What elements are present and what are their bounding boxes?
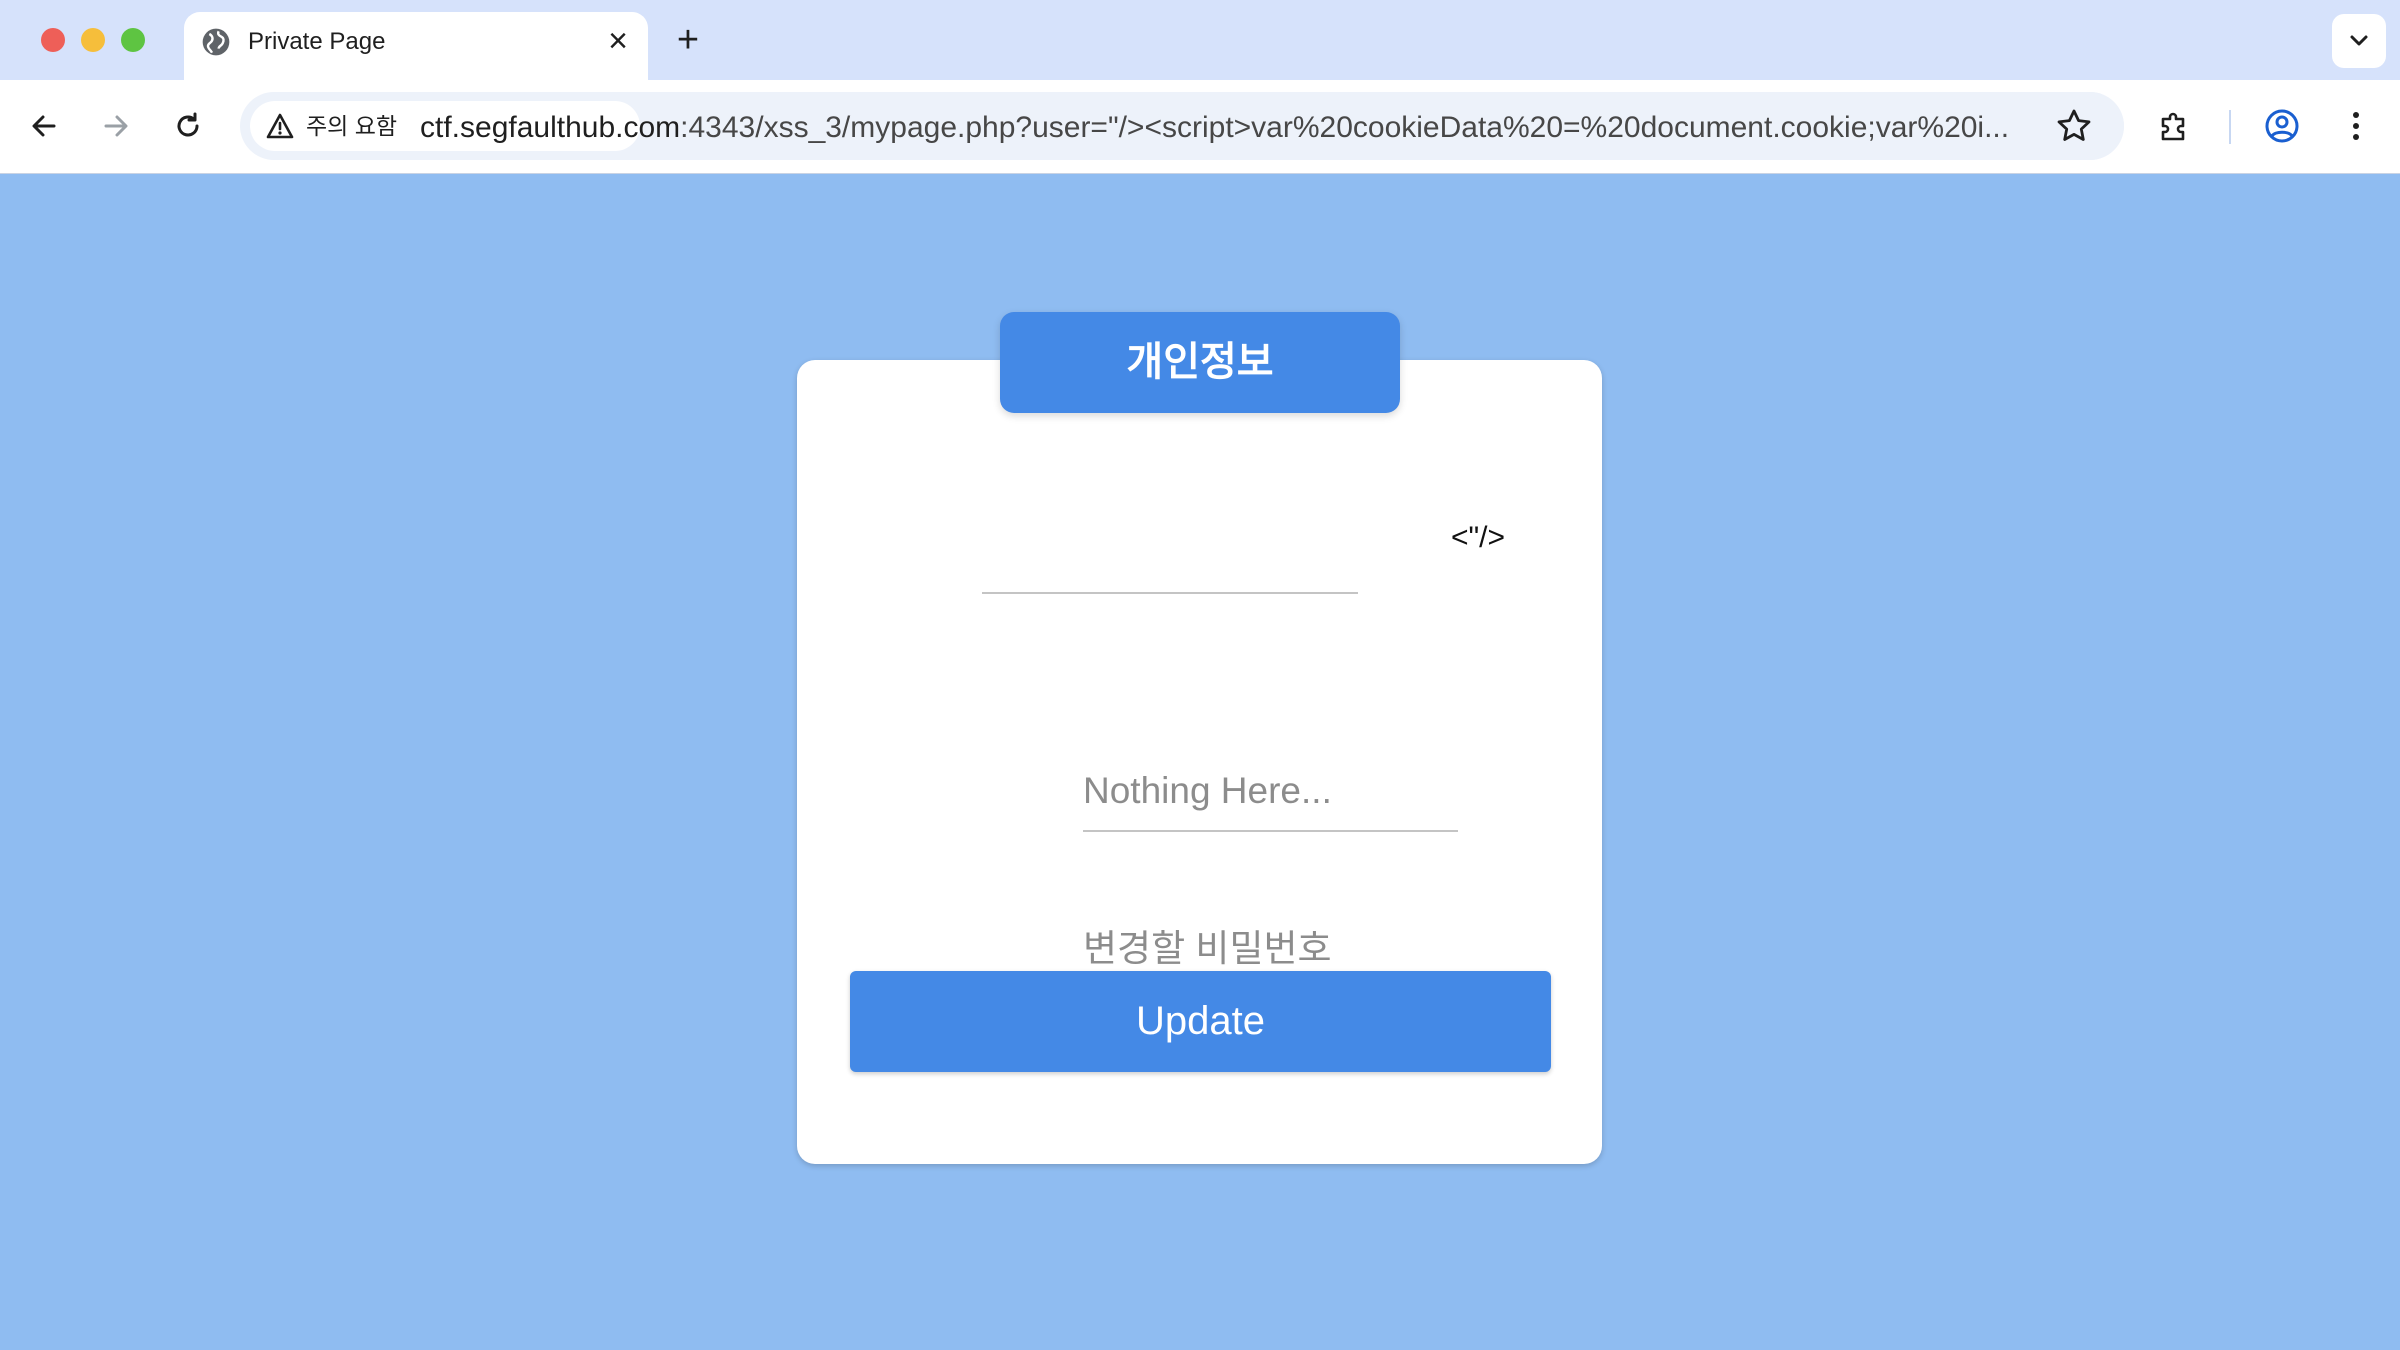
browser-menu-button[interactable] <box>2330 100 2382 152</box>
chevron-down-icon <box>2350 35 2368 46</box>
arrow-right-icon <box>104 115 128 137</box>
globe-icon <box>202 28 230 56</box>
reload-button[interactable] <box>162 100 214 152</box>
minimize-window-button[interactable] <box>81 28 105 52</box>
tab-private-page[interactable]: Private Page × <box>184 12 648 82</box>
injected-text: <"/> <box>1451 521 1506 554</box>
new-tab-button[interactable]: + <box>668 20 708 60</box>
arrow-left-icon <box>32 115 56 137</box>
maximize-window-button[interactable] <box>121 28 145 52</box>
url-path: :4343/xss_3/mypage.php?user="/><script>v… <box>680 111 2010 144</box>
url-text[interactable]: ctf.segfaulthub.com:4343/xss_3/mypage.ph… <box>420 110 2270 146</box>
forward-button[interactable] <box>90 100 142 152</box>
back-button[interactable] <box>18 100 70 152</box>
user-field[interactable] <box>982 592 1358 594</box>
tab-strip: Private Page × + <box>0 0 2400 82</box>
account-circle-icon <box>2265 109 2299 143</box>
extensions-button[interactable] <box>2150 100 2202 152</box>
toolbar-divider <box>2229 110 2231 144</box>
warning-triangle-icon <box>266 113 294 139</box>
tab-close-icon[interactable]: × <box>600 24 636 60</box>
puzzle-piece-icon <box>2161 112 2185 141</box>
tab-title: Private Page <box>248 28 386 55</box>
address-bar[interactable]: 주의 요함 ctf.segfaulthub.com:4343/xss_3/myp… <box>240 92 2124 160</box>
nothing-here-input[interactable] <box>1083 752 1458 832</box>
reload-icon <box>177 112 199 137</box>
tab-search-button[interactable] <box>2332 14 2386 68</box>
browser-toolbar: 주의 요함 ctf.segfaulthub.com:4343/xss_3/myp… <box>0 80 2400 174</box>
security-chip-label: 주의 요함 <box>306 113 398 139</box>
card-header-title: 개인정보 <box>1000 312 1400 413</box>
update-button[interactable]: Update <box>850 971 1551 1072</box>
more-vertical-icon <box>2353 112 2359 140</box>
close-window-button[interactable] <box>41 28 65 52</box>
page-viewport: 개인정보 <"/> Update <box>0 174 2400 1350</box>
url-host: ctf.segfaulthub.com <box>420 111 681 144</box>
bookmark-star-icon[interactable] <box>2054 106 2094 146</box>
profile-button[interactable] <box>2256 100 2308 152</box>
